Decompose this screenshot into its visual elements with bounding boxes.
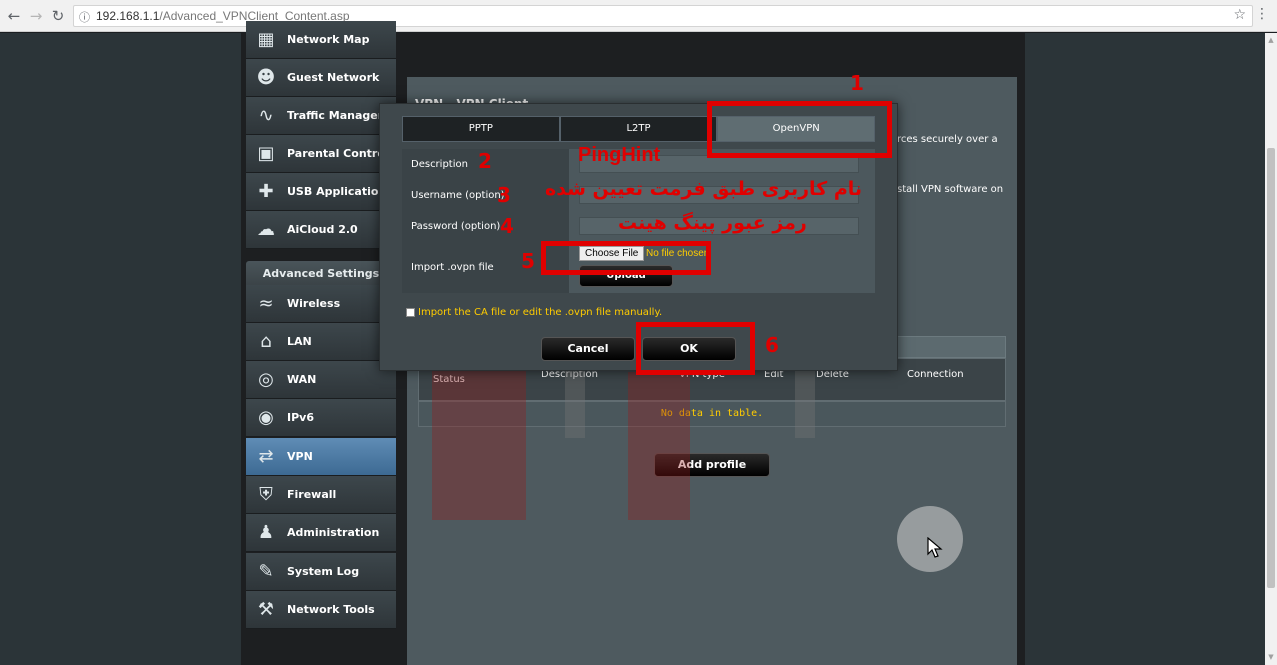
annotation-number-6: 6 — [765, 333, 779, 357]
scroll-down-icon[interactable]: ▼ — [1267, 653, 1275, 661]
sidebar-item-label: System Log — [287, 565, 360, 578]
sidebar-item-ipv6[interactable]: ◉ IPv6 — [246, 399, 396, 437]
cloud-icon: ☁ — [257, 218, 275, 240]
sidebar-item-lan[interactable]: ⌂ LAN — [246, 323, 396, 361]
sidebar-item-label: Administration — [287, 526, 380, 539]
sidebar-item-vpn[interactable]: ⇄ VPN — [246, 438, 396, 476]
sidebar-item-label: Guest Network — [287, 71, 380, 84]
page-description-line-1: rces securely over a — [897, 134, 998, 145]
highlight-box-ok — [636, 322, 755, 375]
sidebar-item-label: Network Tools — [287, 603, 375, 616]
sidebar-item-label: Firewall — [287, 488, 337, 501]
sidebar-item-label: Wireless — [287, 297, 341, 310]
back-arrow-icon[interactable]: ← — [4, 6, 24, 26]
highlight-box-choose-file — [541, 241, 711, 275]
sidebar-item-system-log[interactable]: ✎ System Log — [246, 553, 396, 591]
tools-icon: ⚒ — [257, 598, 275, 620]
network-map-icon: ▦ — [257, 28, 275, 50]
annotation-number-4: 4 — [500, 214, 514, 238]
username-note: نام کاربری طبق فرمت تعیین شده — [545, 178, 863, 200]
traffic-manager-icon: ∿ — [258, 104, 274, 126]
wireless-icon: ≈ — [258, 292, 274, 314]
sidebar-item-wan[interactable]: ◎ WAN — [246, 361, 396, 399]
annotation-number-2: 2 — [478, 149, 492, 173]
sidebar-item-firewall[interactable]: ⛨ Firewall — [246, 476, 396, 514]
sidebar-item-network-map[interactable]: ▦ Network Map — [246, 21, 396, 59]
page-description-line-2: stall VPN software on — [897, 184, 1004, 195]
sidebar-item-network-tools[interactable]: ⚒ Network Tools — [246, 591, 396, 629]
scroll-up-icon[interactable]: ▲ — [1267, 36, 1275, 44]
puzzle-icon: ✚ — [258, 180, 274, 202]
cancel-button[interactable]: Cancel — [541, 337, 635, 361]
sidebar-item-label: USB Application — [287, 185, 387, 198]
browser-menu-icon[interactable]: ⋮ — [1255, 6, 1269, 22]
url-host: 192.168.1.1 — [96, 9, 160, 23]
sidebar-item-label: Network Map — [287, 33, 370, 46]
sidebar-item-parental-controls[interactable]: ▣ Parental Controls — [246, 135, 396, 173]
vertical-scrollbar[interactable]: ▲ ▼ — [1265, 33, 1277, 665]
user-icon: ♟ — [257, 521, 275, 543]
import-ca-label: Import the CA file or edit the .ovpn fil… — [418, 307, 663, 318]
guest-network-icon: ☻ — [256, 66, 276, 88]
scrollbar-thumb[interactable] — [1267, 148, 1275, 588]
annotation-number-5: 5 — [521, 249, 535, 273]
reload-icon[interactable]: ↻ — [48, 6, 68, 26]
ipv6-globe-icon: ◉ — [258, 406, 274, 428]
sidebar-item-label: VPN — [287, 450, 313, 463]
sidebar-item-label: IPv6 — [287, 411, 314, 424]
sidebar-item-label: LAN — [287, 335, 312, 348]
log-edit-icon: ✎ — [258, 560, 274, 582]
tab-pptp[interactable]: PPTP — [402, 116, 560, 142]
import-ca-checkbox[interactable] — [406, 308, 415, 317]
sidebar-item-wireless[interactable]: ≈ Wireless — [246, 285, 396, 323]
import-ca-option[interactable]: Import the CA file or edit the .ovpn fil… — [406, 307, 662, 318]
sidebar-item-label: WAN — [287, 373, 317, 386]
advanced-settings-header: Advanced Settings — [246, 261, 396, 287]
sidebar-item-guest-network[interactable]: ☻ Guest Network — [246, 59, 396, 97]
highlight-box-openvpn — [707, 101, 892, 158]
sidebar-item-label: Traffic Manager — [287, 109, 384, 122]
globe-icon: ◎ — [258, 368, 274, 390]
password-note: رمز عبور پینگ هینت — [618, 212, 807, 234]
annotation-number-3: 3 — [497, 183, 511, 207]
sidebar-item-usb-application[interactable]: ✚ USB Application — [246, 173, 396, 211]
column-connection: Connection — [907, 369, 964, 380]
sidebar-item-aicloud[interactable]: ☁ AiCloud 2.0 — [246, 211, 396, 249]
tab-l2tp[interactable]: L2TP — [559, 116, 718, 142]
shield-icon: ⛨ — [259, 483, 273, 505]
annotation-number-1: 1 — [850, 71, 864, 95]
browser-toolbar: ← → ↻ ⓘ 192.168.1.1/Advanced_VPNClient_C… — [0, 0, 1277, 32]
bookmark-star-icon[interactable]: ☆ — [1233, 7, 1246, 23]
lock-icon: ▣ — [257, 142, 275, 164]
sidebar-item-traffic-manager[interactable]: ∿ Traffic Manager — [246, 97, 396, 135]
sidebar-item-label: AiCloud 2.0 — [287, 223, 358, 236]
brand-watermark-text: PingHint — [578, 144, 661, 166]
forward-arrow-icon[interactable]: → — [26, 6, 46, 26]
password-label: Password (option) — [402, 211, 569, 242]
username-label: Username (option) — [402, 180, 569, 211]
vpn-icon: ⇄ — [258, 445, 274, 467]
mouse-cursor-icon — [927, 537, 943, 558]
sidebar-item-administration[interactable]: ♟ Administration — [246, 514, 396, 552]
house-icon: ⌂ — [260, 330, 272, 352]
page-info-icon[interactable]: ⓘ — [79, 9, 91, 24]
